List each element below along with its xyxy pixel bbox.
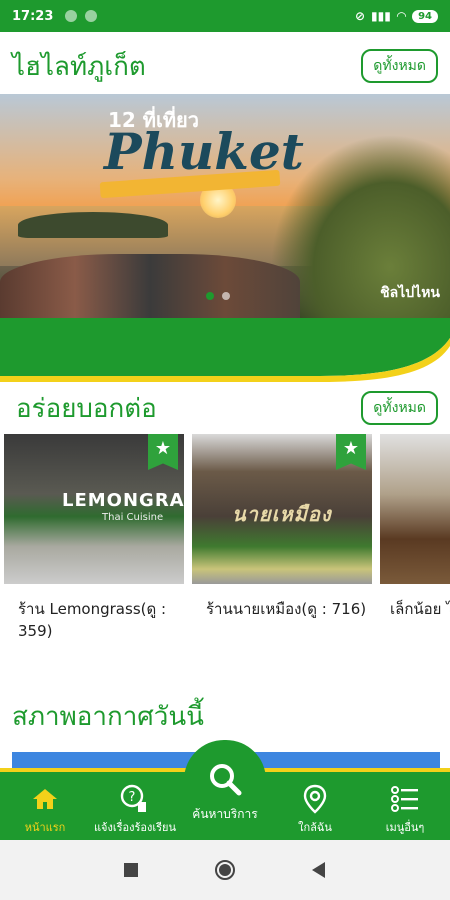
system-nav-bar bbox=[0, 840, 450, 900]
photo-sign-subtext: Thai Cuisine bbox=[102, 512, 164, 523]
report-hand-icon: ? bbox=[120, 784, 150, 814]
restaurant-name: ร้าน Lemongrass(ดู : 359) bbox=[18, 600, 167, 640]
recommend-list[interactable]: LEMONGRASS Thai Cuisine ★ ร้าน Lemongras… bbox=[4, 434, 450, 654]
back-icon[interactable] bbox=[307, 858, 331, 882]
highlight-banner[interactable]: 12 ที่เที่ยว Phuket ชิลไปไหน bbox=[0, 94, 450, 318]
restaurant-card[interactable]: LEMONGRASS Thai Cuisine ★ ร้าน Lemongras… bbox=[4, 434, 184, 654]
star-badge-icon: ★ bbox=[148, 434, 178, 470]
highlight-title: ไฮไลท์ภูเก็ต bbox=[12, 51, 146, 82]
restaurant-card[interactable]: นายเหมือง ★ ร้านนายเหมือง(ดู : 716) bbox=[192, 434, 372, 654]
nav-report-label: แจ้งเรื่องร้องเรียน bbox=[93, 821, 177, 834]
pager-dot-active[interactable] bbox=[206, 292, 214, 300]
recommend-header: อร่อยบอกต่อ ดูทั้งหมด bbox=[0, 386, 450, 430]
star-badge-icon: ★ bbox=[336, 434, 366, 470]
notification-icon bbox=[85, 10, 98, 22]
nav-search-label: ค้นหาบริการ bbox=[192, 807, 258, 821]
nav-home[interactable]: หน้าแรก bbox=[0, 772, 90, 840]
status-icons: ⊘ ▮▮▮ ◠ 94 bbox=[355, 9, 438, 23]
banner-source-logo: ชิลไปไหน bbox=[380, 285, 440, 301]
banner-crowd bbox=[0, 254, 300, 318]
photo-sign-text: นายเหมือง bbox=[232, 502, 332, 526]
signal-icon: ▮▮▮ bbox=[371, 9, 391, 23]
home-system-icon[interactable] bbox=[213, 858, 237, 882]
recommend-see-all-button[interactable]: ดูทั้งหมด bbox=[361, 391, 438, 425]
status-bar: 17:23 ⊘ ▮▮▮ ◠ 94 bbox=[0, 0, 450, 32]
list-menu-icon bbox=[390, 784, 420, 814]
restaurant-photo bbox=[380, 434, 450, 584]
green-wave-divider bbox=[0, 318, 450, 382]
restaurant-name: เล็กน้อย ไก่(ดู : 2 bbox=[390, 600, 450, 618]
nav-nearby-label: ใกล้ฉัน bbox=[298, 821, 332, 834]
restaurant-card[interactable]: เล็กน้อย ไก่(ดู : 2 bbox=[380, 434, 450, 654]
mute-icon: ⊘ bbox=[354, 9, 366, 23]
home-icon bbox=[30, 784, 60, 814]
restaurant-name: ร้านนายเหมือง(ดู : 716) bbox=[206, 600, 367, 618]
nav-menu-label: เมนูอื่นๆ bbox=[385, 821, 425, 834]
notification-dots bbox=[65, 10, 98, 22]
search-icon bbox=[208, 762, 242, 799]
nav-report[interactable]: ? แจ้งเรื่องร้องเรียน bbox=[90, 772, 180, 840]
recent-apps-icon[interactable] bbox=[119, 858, 143, 882]
wifi-icon: ◠ bbox=[396, 9, 407, 23]
recommend-title: อร่อยบอกต่อ bbox=[16, 393, 157, 424]
location-pin-icon bbox=[300, 784, 330, 814]
nav-home-label: หน้าแรก bbox=[24, 821, 66, 834]
weather-header: สภาพอากาศวันนี้ bbox=[0, 694, 450, 738]
nav-nearby[interactable]: ใกล้ฉัน bbox=[270, 772, 360, 840]
notification-icon bbox=[65, 10, 78, 22]
weather-title: สภาพอากาศวันนี้ bbox=[12, 701, 204, 732]
status-time: 17:23 bbox=[12, 8, 54, 24]
banner-pager bbox=[206, 292, 230, 300]
battery-icon: 94 bbox=[412, 9, 438, 23]
highlight-header: ไฮไลท์ภูเก็ต ดูทั้งหมด bbox=[0, 44, 450, 88]
restaurant-photo: LEMONGRASS Thai Cuisine ★ bbox=[4, 434, 184, 584]
restaurant-photo: นายเหมือง ★ bbox=[192, 434, 372, 584]
photo-sign-text: LEMONGRASS bbox=[62, 490, 184, 511]
svg-text:?: ? bbox=[129, 790, 136, 805]
pager-dot[interactable] bbox=[222, 292, 230, 300]
nav-search-button[interactable]: ค้นหาบริการ bbox=[184, 740, 266, 840]
highlight-see-all-button[interactable]: ดูทั้งหมด bbox=[361, 49, 438, 83]
nav-menu[interactable]: เมนูอื่นๆ bbox=[360, 772, 450, 840]
banner-island bbox=[18, 212, 168, 238]
